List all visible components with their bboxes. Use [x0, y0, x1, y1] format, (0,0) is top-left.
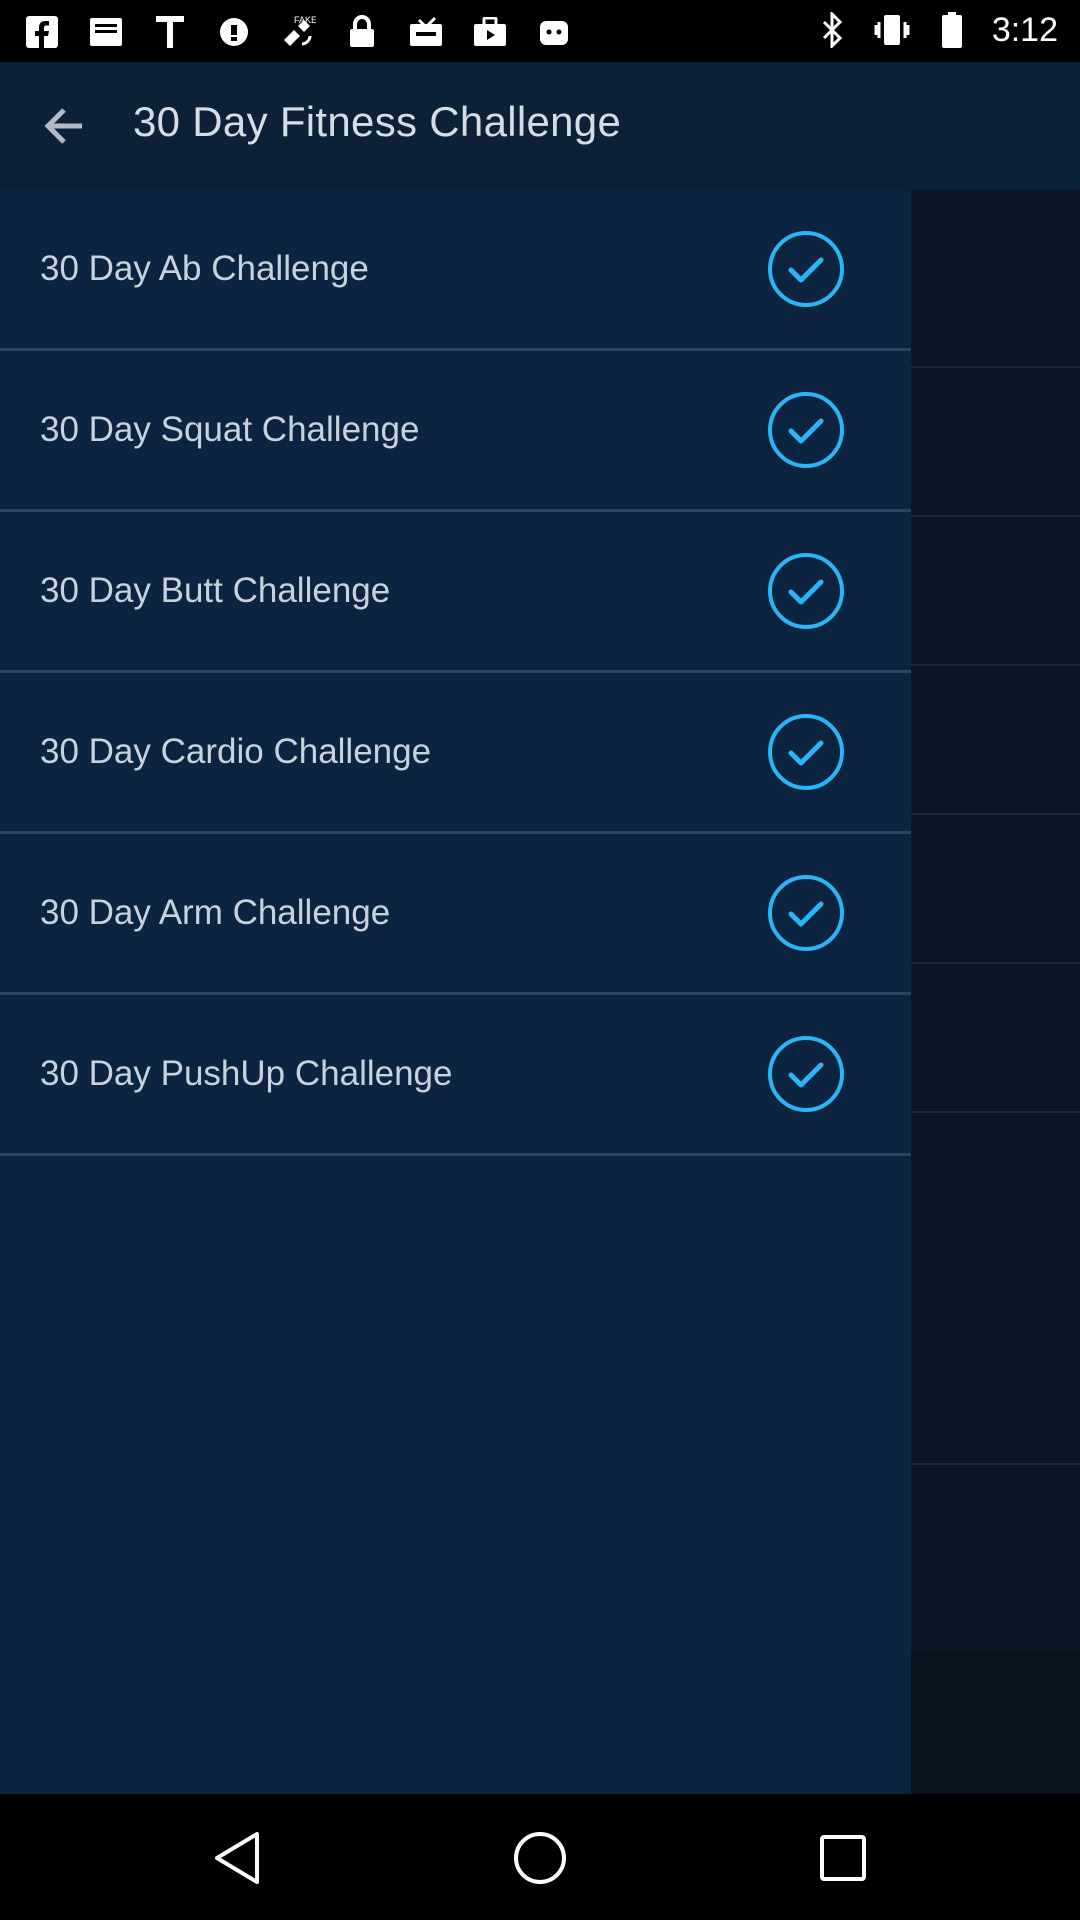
check-circle-icon	[768, 1035, 844, 1112]
facebook-icon	[22, 12, 62, 52]
check-circle-icon	[768, 552, 844, 629]
drawer-item-label: 30 Day Ab Challenge	[40, 248, 369, 288]
briefcase-icon	[470, 12, 510, 52]
nav-home-button[interactable]	[500, 1818, 580, 1898]
check-circle-icon	[768, 874, 844, 951]
drawer-item-squat[interactable]: 30 Day Squat Challenge	[0, 350, 911, 512]
nav-back-button[interactable]	[197, 1818, 277, 1898]
bg-divider	[911, 366, 1080, 368]
status-time: 3:12	[991, 10, 1058, 49]
bg-divider	[911, 962, 1080, 964]
bg-divider	[911, 515, 1080, 517]
notification-icon	[86, 12, 126, 52]
drawer-item-label: 30 Day PushUp Challenge	[40, 1053, 453, 1093]
check-circle-icon	[768, 713, 844, 790]
drawer-item-pushup[interactable]: 30 Day PushUp Challenge	[0, 994, 911, 1156]
status-left-icons: FAKE	[22, 12, 574, 52]
bg-divider	[911, 813, 1080, 815]
navigation-drawer: 30 Day Ab Challenge 30 Day Squat Challen…	[0, 189, 911, 1794]
drawer-item-label: 30 Day Squat Challenge	[40, 409, 420, 449]
back-button[interactable]	[28, 94, 100, 158]
text-icon	[150, 12, 190, 52]
help-icon	[214, 12, 254, 52]
android-icon	[534, 12, 574, 52]
vibrate-icon	[872, 10, 912, 50]
lock-icon	[342, 12, 382, 52]
drawer-item-label: 30 Day Butt Challenge	[40, 570, 391, 610]
arrow-back-icon	[44, 108, 82, 144]
drawer-item-ab[interactable]: 30 Day Ab Challenge	[0, 189, 911, 351]
svg-text:FAKE: FAKE	[294, 15, 316, 25]
nav-home-icon	[514, 1832, 566, 1884]
nav-back-icon	[215, 1832, 259, 1884]
nav-recents-button[interactable]	[803, 1818, 883, 1898]
check-circle-icon	[768, 391, 844, 468]
drawer-item-label: 30 Day Arm Challenge	[40, 892, 391, 932]
drawer-item-cardio[interactable]: 30 Day Cardio Challenge	[0, 672, 911, 834]
app-bar: 30 Day Fitness Challenge	[0, 62, 1080, 189]
bg-divider	[911, 1111, 1080, 1113]
system-nav-bar	[0, 1794, 1080, 1920]
drawer-item-label: 30 Day Cardio Challenge	[40, 731, 432, 771]
bluetooth-icon	[812, 10, 852, 50]
drawer-item-butt[interactable]: 30 Day Butt Challenge	[0, 511, 911, 673]
drawer-item-arm[interactable]: 30 Day Arm Challenge	[0, 833, 911, 995]
battery-icon	[932, 10, 972, 50]
check-circle-icon	[768, 230, 844, 307]
nav-recents-icon	[820, 1835, 866, 1881]
status-bar: FAKE 3:12	[0, 0, 1080, 62]
fake-gps-icon: FAKE	[278, 12, 318, 52]
status-right-icons: 3:12	[812, 10, 1058, 50]
bg-divider	[911, 1463, 1080, 1465]
bg-divider	[911, 664, 1080, 666]
page-title: 30 Day Fitness Challenge	[133, 98, 622, 145]
inbox-icon	[406, 12, 446, 52]
